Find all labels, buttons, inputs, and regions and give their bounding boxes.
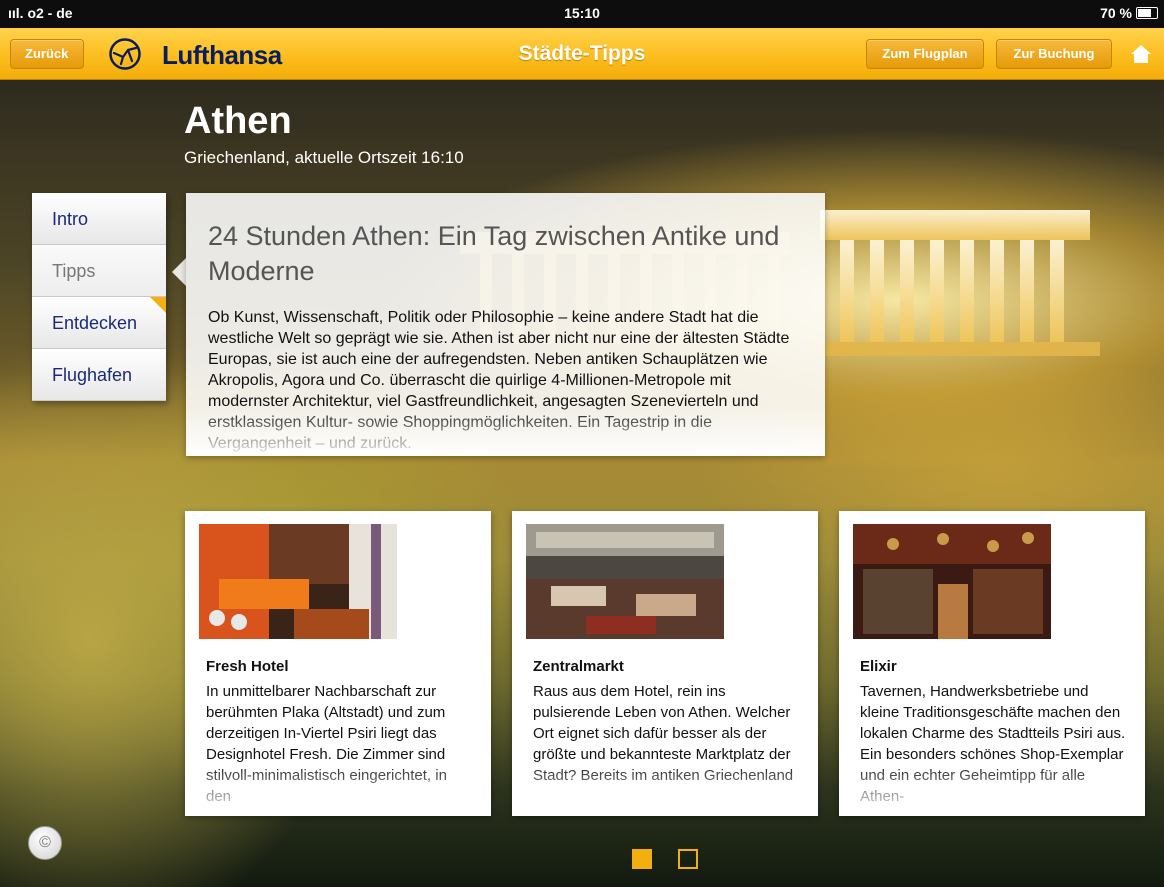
home-icon[interactable] (1130, 44, 1152, 64)
city-subtitle: Griechenland, aktuelle Ortszeit 16:10 (184, 148, 464, 167)
city-name: Athen (184, 100, 292, 142)
tip-card-elixir[interactable]: Elixir Tavernen, Handwerksbetriebe und k… (839, 511, 1145, 816)
side-menu: Intro Tipps Entdecken Flughafen (32, 193, 166, 401)
app-header: Zurück Lufthansa Städte-Tipps Zum Flugpl… (0, 28, 1164, 80)
intro-title: 24 Stunden Athen: Ein Tag zwischen Antik… (208, 221, 780, 286)
zentralmarkt-photo (526, 524, 724, 639)
menu-item-entdecken[interactable]: Entdecken (32, 297, 166, 349)
tip-card-zentralmarkt[interactable]: Zentralmarkt Raus aus dem Hotel, rein in… (512, 511, 818, 816)
battery-percent: 70 % (1100, 5, 1132, 21)
lufthansa-crane-icon (109, 38, 141, 70)
back-button[interactable]: Zurück (10, 39, 84, 69)
copyright-button[interactable]: © (28, 826, 62, 860)
card-title: Zentralmarkt (533, 658, 624, 675)
intro-panel[interactable]: 24 Stunden Athen: Ein Tag zwischen Antik… (186, 193, 825, 456)
menu-item-intro[interactable]: Intro (32, 193, 166, 245)
tip-card-fresh-hotel[interactable]: Fresh Hotel In unmittelbarer Nachbarscha… (185, 511, 491, 816)
card-fade (512, 761, 818, 816)
brand-logo-text: Lufthansa (162, 40, 282, 70)
card-title: Fresh Hotel (206, 658, 289, 675)
status-bar: ııl. o2 - de 15:10 70 % (0, 0, 1164, 28)
menu-item-flughafen[interactable]: Flughafen (32, 349, 166, 401)
battery-indicator: 70 % (1100, 5, 1158, 21)
card-title: Elixir (860, 658, 897, 675)
panel-fade (186, 407, 825, 456)
card-fade (185, 761, 491, 816)
status-time: 15:10 (564, 5, 600, 21)
card-fade (839, 761, 1145, 816)
booking-button[interactable]: Zur Buchung (996, 39, 1112, 69)
elixir-photo (853, 524, 1051, 639)
fresh-hotel-photo (199, 524, 397, 639)
page-indicator-inactive[interactable] (678, 849, 698, 869)
battery-icon (1136, 7, 1158, 19)
panel-pointer (172, 258, 186, 286)
page-indicator-active[interactable] (632, 849, 652, 869)
menu-item-tipps[interactable]: Tipps (32, 245, 166, 297)
flight-schedule-button[interactable]: Zum Flugplan (866, 39, 984, 69)
